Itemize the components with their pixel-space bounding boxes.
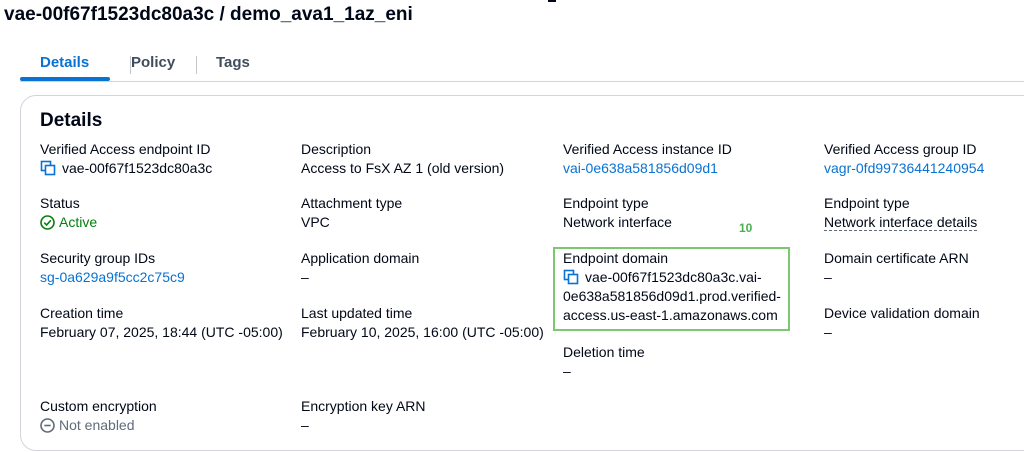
check-circle-icon bbox=[40, 215, 55, 230]
endpoint-type-details-label: Endpoint type bbox=[824, 195, 910, 211]
last-updated-time-value: February 10, 2025, 16:00 (UTC -05:00) bbox=[301, 324, 544, 340]
attachment-type-value: VPC bbox=[301, 214, 330, 230]
instance-id-label: Verified Access instance ID bbox=[563, 141, 732, 157]
endpoint-domain-label: Endpoint domain bbox=[563, 250, 669, 266]
status-label: Status bbox=[40, 195, 80, 211]
copy-icon[interactable] bbox=[40, 160, 56, 176]
tab-tags[interactable]: Tags bbox=[216, 54, 250, 71]
instance-id-link[interactable]: vai-0e638a581856d09d1 bbox=[563, 159, 732, 178]
group-id-link[interactable]: vagr-0fd99736441240954 bbox=[824, 159, 984, 178]
status-field: Status Active bbox=[40, 194, 97, 232]
status-value: Active bbox=[59, 214, 98, 230]
page-title: vae-00f67f1523dc80a3c / demo_ava1_1az_en… bbox=[4, 4, 413, 25]
tab-bar: Details Policy Tags bbox=[20, 50, 1024, 82]
group-id-label: Verified Access group ID bbox=[824, 141, 977, 157]
top-edge-mark bbox=[548, 0, 556, 2]
endpoint-id-value: vae-00f67f1523dc80a3c bbox=[62, 160, 213, 176]
attachment-type-label: Attachment type bbox=[301, 195, 403, 211]
endpoint-id-label: Verified Access endpoint ID bbox=[40, 141, 211, 157]
description-value: Access to FsX AZ 1 (old version) bbox=[301, 160, 505, 176]
device-validation-domain-label: Device validation domain bbox=[824, 305, 980, 321]
instance-id-field: Verified Access instance ID vai-0e638a58… bbox=[563, 140, 732, 178]
domain-cert-arn-value: – bbox=[824, 269, 832, 285]
custom-encryption-value-row: Not enabled bbox=[40, 416, 157, 435]
device-validation-domain-field: Device validation domain – bbox=[824, 304, 980, 342]
custom-encryption-label: Custom encryption bbox=[40, 398, 157, 414]
encryption-key-arn-field: Encryption key ARN – bbox=[301, 397, 426, 435]
security-group-ids-label: Security group IDs bbox=[40, 250, 156, 266]
endpoint-type-field: Endpoint type Network interface bbox=[563, 194, 672, 232]
panel-heading: Details bbox=[40, 110, 103, 131]
endpoint-domain-field: Endpoint domain vae-00f67f1523dc80a3c.va… bbox=[563, 249, 781, 325]
application-domain-value: – bbox=[301, 269, 309, 285]
endpoint-type-label: Endpoint type bbox=[563, 195, 649, 211]
endpoint-domain-line1-row: vae-00f67f1523dc80a3c.vai- bbox=[563, 268, 781, 287]
description-field: Description Access to FsX AZ 1 (old vers… bbox=[301, 140, 504, 178]
tab-policy[interactable]: Policy bbox=[131, 54, 175, 71]
device-validation-domain-value: – bbox=[824, 324, 832, 340]
endpoint-type-value: Network interface bbox=[563, 214, 672, 230]
endpoint-domain-line1: vae-00f67f1523dc80a3c.vai- bbox=[585, 269, 762, 285]
encryption-key-arn-label: Encryption key ARN bbox=[301, 398, 426, 414]
domain-cert-arn-label: Domain certificate ARN bbox=[824, 250, 969, 266]
endpoint-id-value-row: vae-00f67f1523dc80a3c bbox=[40, 159, 212, 178]
domain-cert-arn-field: Domain certificate ARN – bbox=[824, 249, 969, 287]
deletion-time-label: Deletion time bbox=[563, 344, 645, 360]
last-updated-time-label: Last updated time bbox=[301, 305, 413, 321]
encryption-key-arn-value: – bbox=[301, 417, 309, 433]
deletion-time-value: – bbox=[563, 363, 571, 379]
application-domain-label: Application domain bbox=[301, 250, 420, 266]
network-interface-details-link[interactable]: Network interface details bbox=[824, 214, 978, 231]
endpoint-id-field: Verified Access endpoint ID vae-00f67f15… bbox=[40, 140, 212, 178]
custom-encryption-value: Not enabled bbox=[59, 417, 135, 433]
creation-time-label: Creation time bbox=[40, 305, 124, 321]
endpoint-domain-line3: access.us-east-1.amazonaws.com bbox=[563, 307, 778, 323]
application-domain-field: Application domain – bbox=[301, 249, 419, 287]
security-group-ids-link[interactable]: sg-0a629a9f5cc2c75c9 bbox=[40, 268, 185, 287]
last-updated-time-field: Last updated time February 10, 2025, 16:… bbox=[301, 304, 544, 342]
attachment-type-field: Attachment type VPC bbox=[301, 194, 402, 232]
endpoint-type-details-field: Endpoint type Network interface details bbox=[824, 194, 978, 232]
status-value-row: Active bbox=[40, 213, 97, 232]
deletion-time-field: Deletion time – bbox=[563, 343, 645, 381]
description-label: Description bbox=[301, 141, 372, 157]
creation-time-value: February 07, 2025, 18:44 (UTC -05:00) bbox=[40, 324, 283, 340]
active-tab-indicator bbox=[20, 77, 110, 81]
tab-details[interactable]: Details bbox=[40, 54, 89, 71]
custom-encryption-field: Custom encryption Not enabled bbox=[40, 397, 157, 435]
annotation-number: 10 bbox=[739, 221, 753, 235]
creation-time-field: Creation time February 07, 2025, 18:44 (… bbox=[40, 304, 283, 342]
minus-circle-icon bbox=[40, 418, 55, 433]
group-id-field: Verified Access group ID vagr-0fd9973644… bbox=[824, 140, 984, 178]
security-group-ids-field: Security group IDs sg-0a629a9f5cc2c75c9 bbox=[40, 249, 185, 287]
tab-divider bbox=[196, 56, 197, 74]
copy-icon[interactable] bbox=[563, 269, 579, 285]
endpoint-domain-line2: 0e638a581856d09d1.prod.verified- bbox=[563, 288, 781, 304]
